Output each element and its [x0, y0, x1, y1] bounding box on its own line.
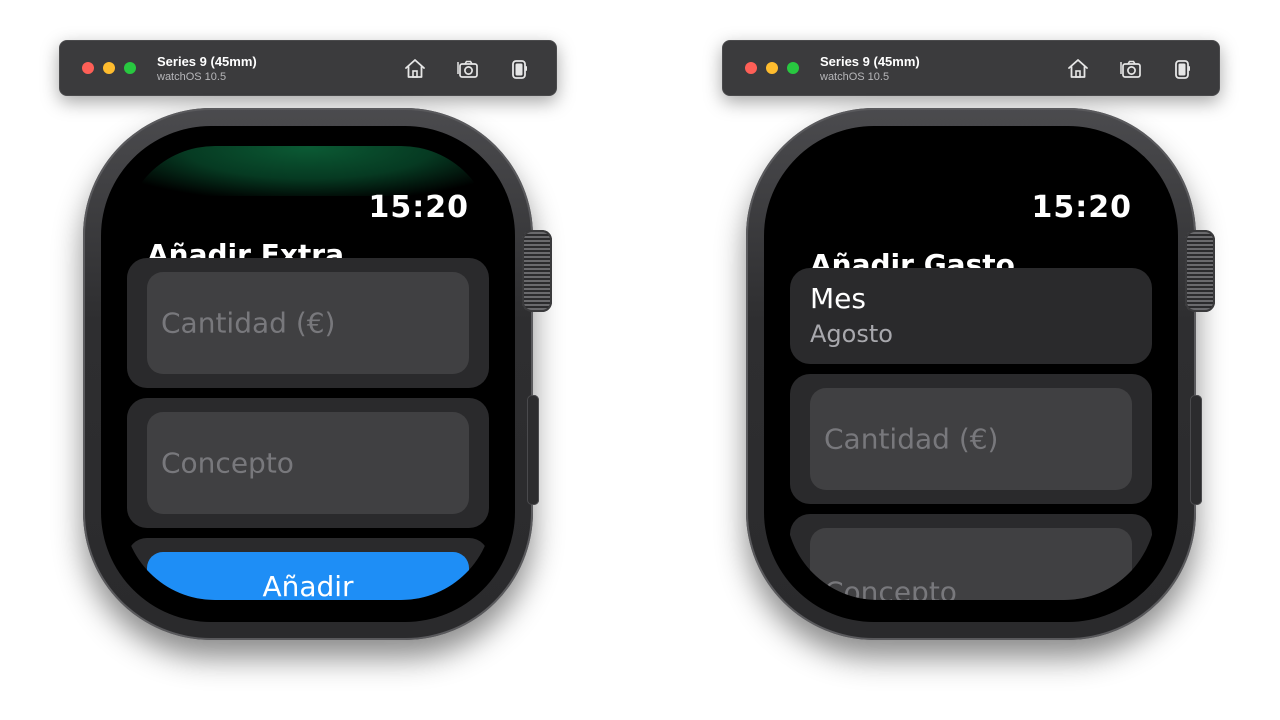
watch-screen: 15:20 Añadir Gasto Mes Agosto Cantidad (… — [786, 146, 1156, 600]
camera-icon[interactable] — [1119, 57, 1143, 81]
watch-bezel: 15:20 Añadir Gasto Mes Agosto Cantidad (… — [764, 126, 1178, 622]
home-icon[interactable] — [403, 57, 427, 81]
add-button-cell: Añadir — [127, 538, 489, 600]
digital-crown[interactable] — [1185, 230, 1215, 312]
simulator-titlebar: Series 9 (45mm) watchOS 10.5 — [722, 40, 1220, 96]
device-name: Series 9 (45mm) — [820, 54, 920, 69]
simulator-window-extra: Series 9 (45mm) watchOS 10.5 15:20 Añadi… — [0, 0, 640, 720]
simulator-titlebar: Series 9 (45mm) watchOS 10.5 — [59, 40, 557, 96]
watch-screen: 15:20 Añadir Extra Cantidad (€) Concepto… — [123, 146, 493, 600]
month-picker[interactable]: Mes Agosto — [790, 268, 1152, 364]
camera-icon[interactable] — [456, 57, 480, 81]
concept-cell: Concepto — [790, 514, 1152, 600]
app-header-glow — [123, 146, 493, 196]
amount-field[interactable]: Cantidad (€) — [810, 388, 1132, 490]
digital-crown[interactable] — [522, 230, 552, 312]
add-button[interactable]: Añadir — [147, 552, 469, 600]
device-os-version: watchOS 10.5 — [820, 71, 890, 83]
watch-bezel: 15:20 Añadir Extra Cantidad (€) Concepto… — [101, 126, 515, 622]
home-icon[interactable] — [1066, 57, 1090, 81]
window-controls — [745, 62, 799, 74]
side-button[interactable] — [527, 395, 539, 505]
rotate-device-icon[interactable] — [1170, 57, 1194, 81]
status-time: 15:20 — [368, 190, 469, 225]
zoom-window-button[interactable] — [124, 62, 136, 74]
watch-case: 15:20 Añadir Gasto Mes Agosto Cantidad (… — [746, 108, 1196, 640]
minimize-window-button[interactable] — [766, 62, 778, 74]
amount-placeholder: Cantidad (€) — [161, 306, 336, 340]
rotate-device-icon[interactable] — [507, 57, 531, 81]
device-name: Series 9 (45mm) — [157, 54, 257, 69]
window-controls — [82, 62, 136, 74]
status-time: 15:20 — [1031, 190, 1132, 225]
zoom-window-button[interactable] — [787, 62, 799, 74]
amount-cell: Cantidad (€) — [790, 374, 1152, 504]
amount-cell: Cantidad (€) — [127, 258, 489, 388]
concept-field[interactable]: Concepto — [147, 412, 469, 514]
side-button[interactable] — [1190, 395, 1202, 505]
amount-placeholder: Cantidad (€) — [824, 422, 999, 456]
simulator-window-gasto: Series 9 (45mm) watchOS 10.5 15:20 Añadi… — [640, 0, 1280, 720]
month-picker-label: Mes — [810, 282, 866, 315]
concept-cell: Concepto — [127, 398, 489, 528]
month-picker-value: Agosto — [810, 320, 893, 348]
amount-field[interactable]: Cantidad (€) — [147, 272, 469, 374]
concept-field[interactable]: Concepto — [810, 528, 1132, 600]
close-window-button[interactable] — [745, 62, 757, 74]
close-window-button[interactable] — [82, 62, 94, 74]
watch-case: 15:20 Añadir Extra Cantidad (€) Concepto… — [83, 108, 533, 640]
device-os-version: watchOS 10.5 — [157, 71, 227, 83]
minimize-window-button[interactable] — [103, 62, 115, 74]
concept-placeholder: Concepto — [824, 575, 957, 601]
concept-placeholder: Concepto — [161, 446, 294, 480]
